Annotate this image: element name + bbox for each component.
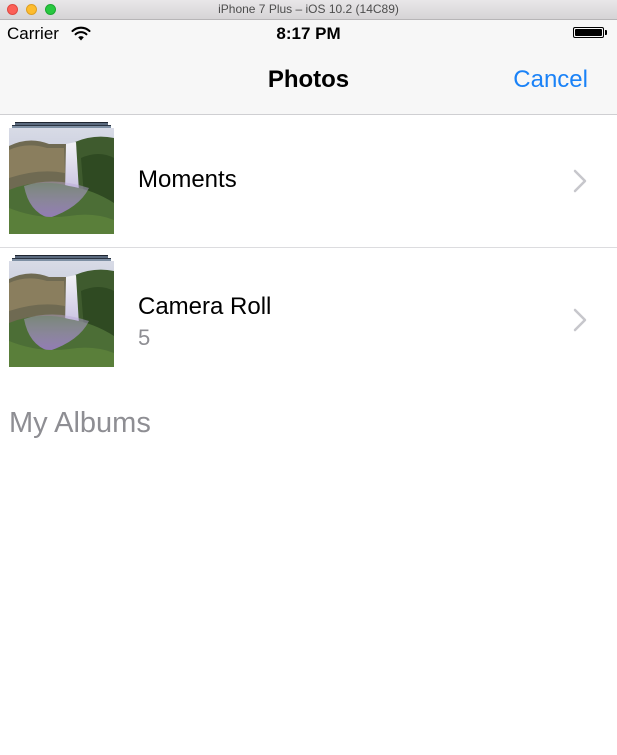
section-header-my-albums: My Albums (9, 407, 151, 439)
cancel-button[interactable]: Cancel (513, 66, 588, 94)
navigation-bar: Photos Cancel (0, 48, 617, 115)
album-row-moments[interactable]: Moments (0, 115, 617, 247)
album-photo-count: 5 (138, 325, 151, 350)
chevron-right-icon (572, 169, 588, 193)
status-bar: Carrier 8:17 PM (0, 20, 617, 48)
album-thumbnail-stack (9, 255, 114, 367)
battery-icon (573, 27, 604, 38)
simulator-title-bar: iPhone 7 Plus – iOS 10.2 (14C89) (0, 0, 617, 20)
status-time: 8:17 PM (276, 24, 341, 43)
album-name: Camera Roll (138, 293, 272, 320)
waterfall-photo-thumbnail (9, 261, 114, 367)
waterfall-photo-thumbnail (9, 128, 114, 234)
window-title: iPhone 7 Plus – iOS 10.2 (14C89) (218, 2, 399, 16)
chevron-right-icon (572, 308, 588, 332)
battery-tip (605, 30, 607, 35)
album-row-camera-roll[interactable]: Camera Roll 5 (0, 248, 617, 380)
album-thumbnail-stack (9, 122, 114, 234)
album-name: Moments (138, 166, 237, 193)
